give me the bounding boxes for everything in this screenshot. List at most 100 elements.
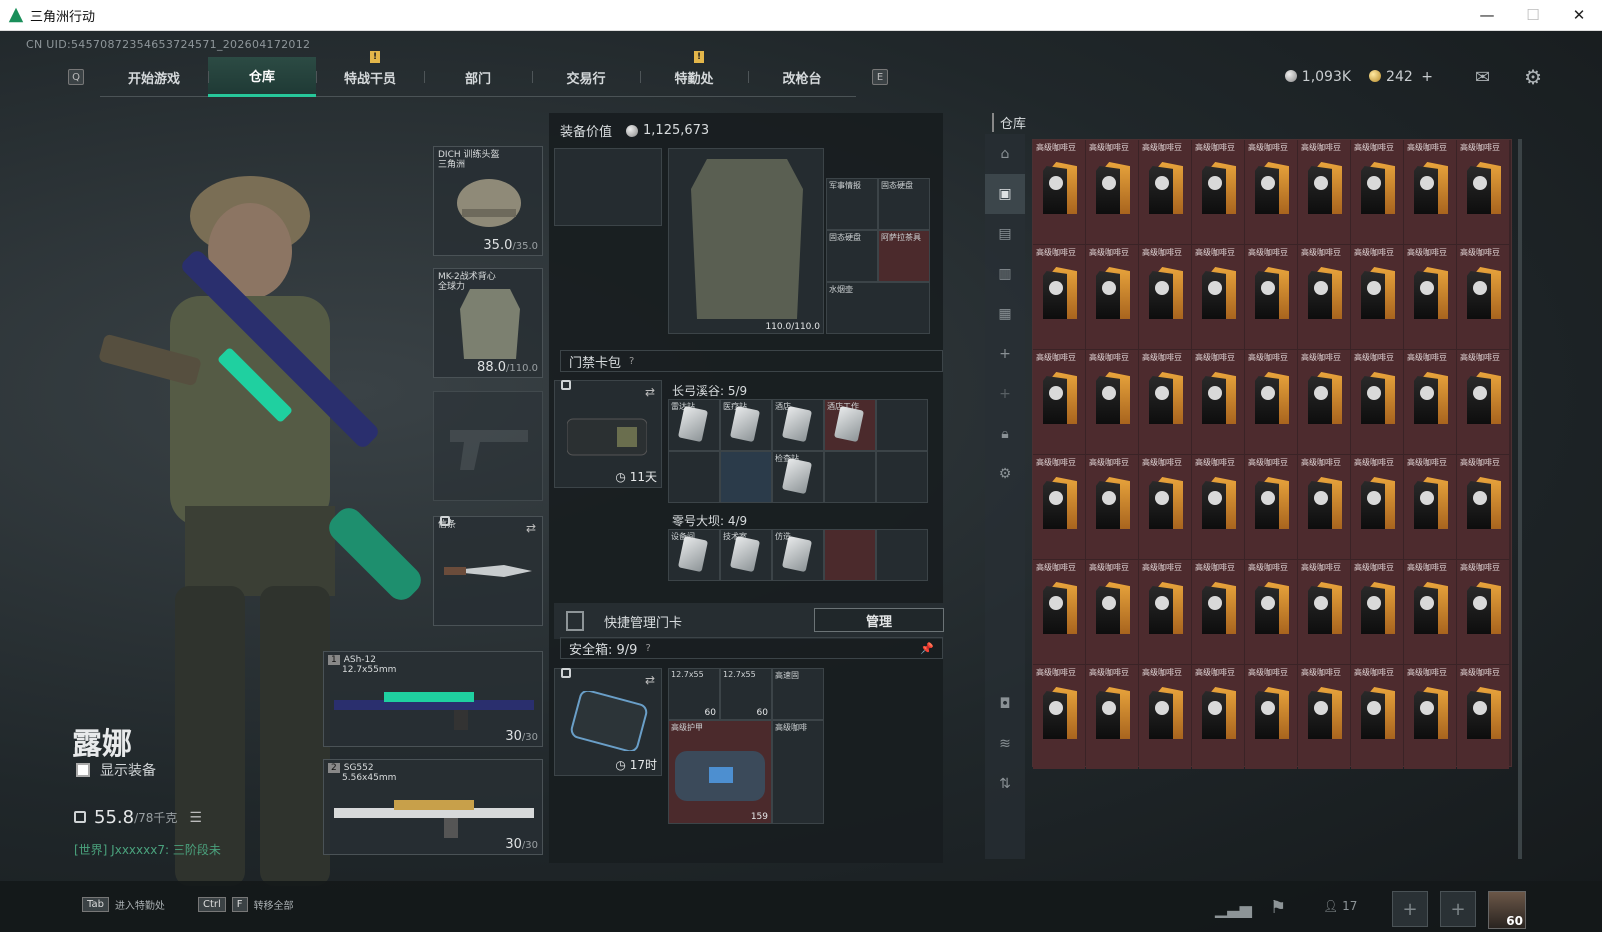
- warehouse-item[interactable]: 高级咖啡豆: [1192, 560, 1244, 664]
- rig-item[interactable]: 阿萨拉茶具: [878, 230, 930, 282]
- keycard-slot[interactable]: 技术室: [720, 529, 772, 581]
- rig-item[interactable]: 军事情报: [826, 178, 878, 230]
- tab-trading[interactable]: 交易行: [532, 57, 640, 97]
- keycard-slot[interactable]: 检查站: [772, 451, 824, 503]
- warehouse-item[interactable]: 高级咖啡豆: [1086, 665, 1138, 769]
- tab-start-game[interactable]: 开始游戏: [100, 57, 208, 97]
- warehouse-item[interactable]: 高级咖啡豆: [1245, 560, 1297, 664]
- armor-slot[interactable]: MK-2战术背心 全球力 88.0/110.0: [433, 268, 543, 378]
- keycard-slot[interactable]: 仿造: [772, 529, 824, 581]
- tab-department[interactable]: 部门: [424, 57, 532, 97]
- warehouse-item[interactable]: 高级咖啡豆: [1351, 665, 1403, 769]
- primary-weapon-slot-1[interactable]: 1 ASh-12 12.7x55mm 30/30: [323, 651, 543, 747]
- nav-prev-key[interactable]: Q: [68, 69, 84, 85]
- tab-operators[interactable]: 特战干员!: [316, 51, 424, 97]
- keycard-slot[interactable]: [720, 451, 772, 503]
- warehouse-item[interactable]: 高级咖啡豆: [1298, 140, 1350, 244]
- warehouse-item[interactable]: 高级咖啡豆: [1033, 350, 1085, 454]
- safebox-item[interactable]: 12.7x55 60: [668, 668, 720, 720]
- manage-button[interactable]: 管理: [814, 608, 944, 632]
- swap-icon[interactable]: ⇄: [526, 521, 536, 535]
- keycard-slot[interactable]: [824, 529, 876, 581]
- add-teammate-button[interactable]: +: [1440, 891, 1476, 927]
- warehouse-item[interactable]: 高级咖啡豆: [1192, 665, 1244, 769]
- warehouse-item[interactable]: 高级咖啡豆: [1033, 560, 1085, 664]
- warehouse-item[interactable]: 高级咖啡豆: [1192, 140, 1244, 244]
- safebox-item[interactable]: 高级咖啡: [772, 720, 824, 824]
- keycard-slot[interactable]: 酒店: [772, 399, 824, 451]
- warehouse-item[interactable]: 高级咖啡豆: [1457, 245, 1509, 349]
- add-teammate-button[interactable]: +: [1392, 891, 1428, 927]
- sidebar-layers-icon[interactable]: ≋: [985, 724, 1025, 764]
- keycard-slot[interactable]: 医疗站: [720, 399, 772, 451]
- keycard-slot[interactable]: [876, 451, 928, 503]
- help-icon[interactable]: ?: [645, 643, 650, 654]
- warehouse-item[interactable]: 高级咖啡豆: [1298, 245, 1350, 349]
- sidebar-add-icon[interactable]: +: [985, 334, 1025, 374]
- add-gold-button[interactable]: +: [1421, 69, 1433, 85]
- warehouse-item[interactable]: 高级咖啡豆: [1298, 665, 1350, 769]
- help-icon[interactable]: ?: [629, 356, 634, 367]
- minimize-button[interactable]: —: [1464, 6, 1510, 24]
- sidebar-storage-2-icon[interactable]: ▦: [985, 294, 1025, 334]
- warehouse-item[interactable]: 高级咖啡豆: [1139, 140, 1191, 244]
- keycard-slot[interactable]: [668, 451, 720, 503]
- list-icon[interactable]: ☰: [189, 810, 202, 826]
- warehouse-item[interactable]: 高级咖啡豆: [1298, 350, 1350, 454]
- enter-special-ops-hint[interactable]: Tab 进入特勤处: [82, 897, 165, 912]
- warehouse-item[interactable]: 高级咖啡豆: [1457, 140, 1509, 244]
- sidebar-sort-icon[interactable]: ⇅: [985, 764, 1025, 804]
- warehouse-item[interactable]: 高级咖啡豆: [1033, 140, 1085, 244]
- warehouse-item[interactable]: 高级咖啡豆: [1351, 350, 1403, 454]
- warehouse-item[interactable]: 高级咖啡豆: [1139, 560, 1191, 664]
- sidebar-storage-3-icon[interactable]: ▥: [985, 254, 1025, 294]
- warehouse-item[interactable]: 高级咖啡豆: [1351, 245, 1403, 349]
- warehouse-item[interactable]: 高级咖啡豆: [1192, 245, 1244, 349]
- warehouse-item[interactable]: 高级咖啡豆: [1351, 140, 1403, 244]
- warehouse-item[interactable]: 高级咖啡豆: [1245, 665, 1297, 769]
- warehouse-item[interactable]: 高级咖啡豆: [1457, 560, 1509, 664]
- sidebar-settings-icon[interactable]: ⚙: [985, 454, 1025, 494]
- sidebar-lock-icon[interactable]: 🔒︎: [985, 414, 1025, 454]
- rig-item[interactable]: 固态硬盘: [878, 178, 930, 230]
- world-chat-line[interactable]: [世界] Jxxxxxx7: 三阶段未: [74, 841, 221, 858]
- warehouse-item[interactable]: 高级咖啡豆: [1086, 455, 1138, 559]
- keycard-slot[interactable]: [824, 451, 876, 503]
- keycard-slot[interactable]: 雷达站: [668, 399, 720, 451]
- warehouse-item[interactable]: 高级咖啡豆: [1192, 350, 1244, 454]
- warehouse-item[interactable]: 高级咖啡豆: [1086, 350, 1138, 454]
- sidebar-warehouse-icon[interactable]: ▣: [985, 174, 1025, 214]
- show-equipment-toggle[interactable]: 显示装备: [76, 760, 156, 780]
- rig-item[interactable]: 水烟壶: [826, 282, 930, 334]
- warehouse-item[interactable]: 高级咖啡豆: [1404, 350, 1456, 454]
- warehouse-item[interactable]: 高级咖啡豆: [1298, 455, 1350, 559]
- rig-item[interactable]: 固态硬盘: [826, 230, 878, 282]
- warehouse-item[interactable]: 高级咖啡豆: [1404, 455, 1456, 559]
- warehouse-item[interactable]: 高级咖啡豆: [1033, 245, 1085, 349]
- mail-icon[interactable]: ✉: [1475, 67, 1490, 88]
- tab-gunsmith[interactable]: 改枪台: [748, 57, 856, 97]
- warehouse-item[interactable]: 高级咖啡豆: [1139, 665, 1191, 769]
- warehouse-item[interactable]: 高级咖啡豆: [1033, 665, 1085, 769]
- pistol-slot[interactable]: [433, 391, 543, 501]
- safebox-slot[interactable]: ⇄ ◷ 17时: [554, 668, 662, 776]
- warehouse-item[interactable]: 高级咖啡豆: [1033, 455, 1085, 559]
- tab-special-ops[interactable]: 特勤处!: [640, 51, 748, 97]
- flag-icon[interactable]: ⚑: [1270, 897, 1286, 918]
- warehouse-item[interactable]: 高级咖啡豆: [1139, 455, 1191, 559]
- backpack-slot[interactable]: [554, 148, 662, 226]
- warehouse-item[interactable]: 高级咖啡豆: [1298, 560, 1350, 664]
- player-avatar[interactable]: 60: [1488, 891, 1526, 929]
- melee-slot[interactable]: 信条 ⇄: [433, 516, 543, 626]
- warehouse-item[interactable]: 高级咖啡豆: [1457, 455, 1509, 559]
- warehouse-item[interactable]: 高级咖啡豆: [1404, 140, 1456, 244]
- warehouse-item[interactable]: 高级咖啡豆: [1351, 560, 1403, 664]
- pin-icon[interactable]: 📌: [920, 642, 934, 655]
- sidebar-safe-icon[interactable]: ◘: [985, 684, 1025, 724]
- swap-icon[interactable]: ⇄: [645, 385, 655, 399]
- safebox-item[interactable]: 高速固: [772, 668, 824, 720]
- warehouse-item[interactable]: 高级咖啡豆: [1245, 455, 1297, 559]
- warehouse-item[interactable]: 高级咖啡豆: [1457, 350, 1509, 454]
- sidebar-add-icon[interactable]: +: [985, 374, 1025, 414]
- warehouse-scrollbar[interactable]: [1518, 139, 1522, 859]
